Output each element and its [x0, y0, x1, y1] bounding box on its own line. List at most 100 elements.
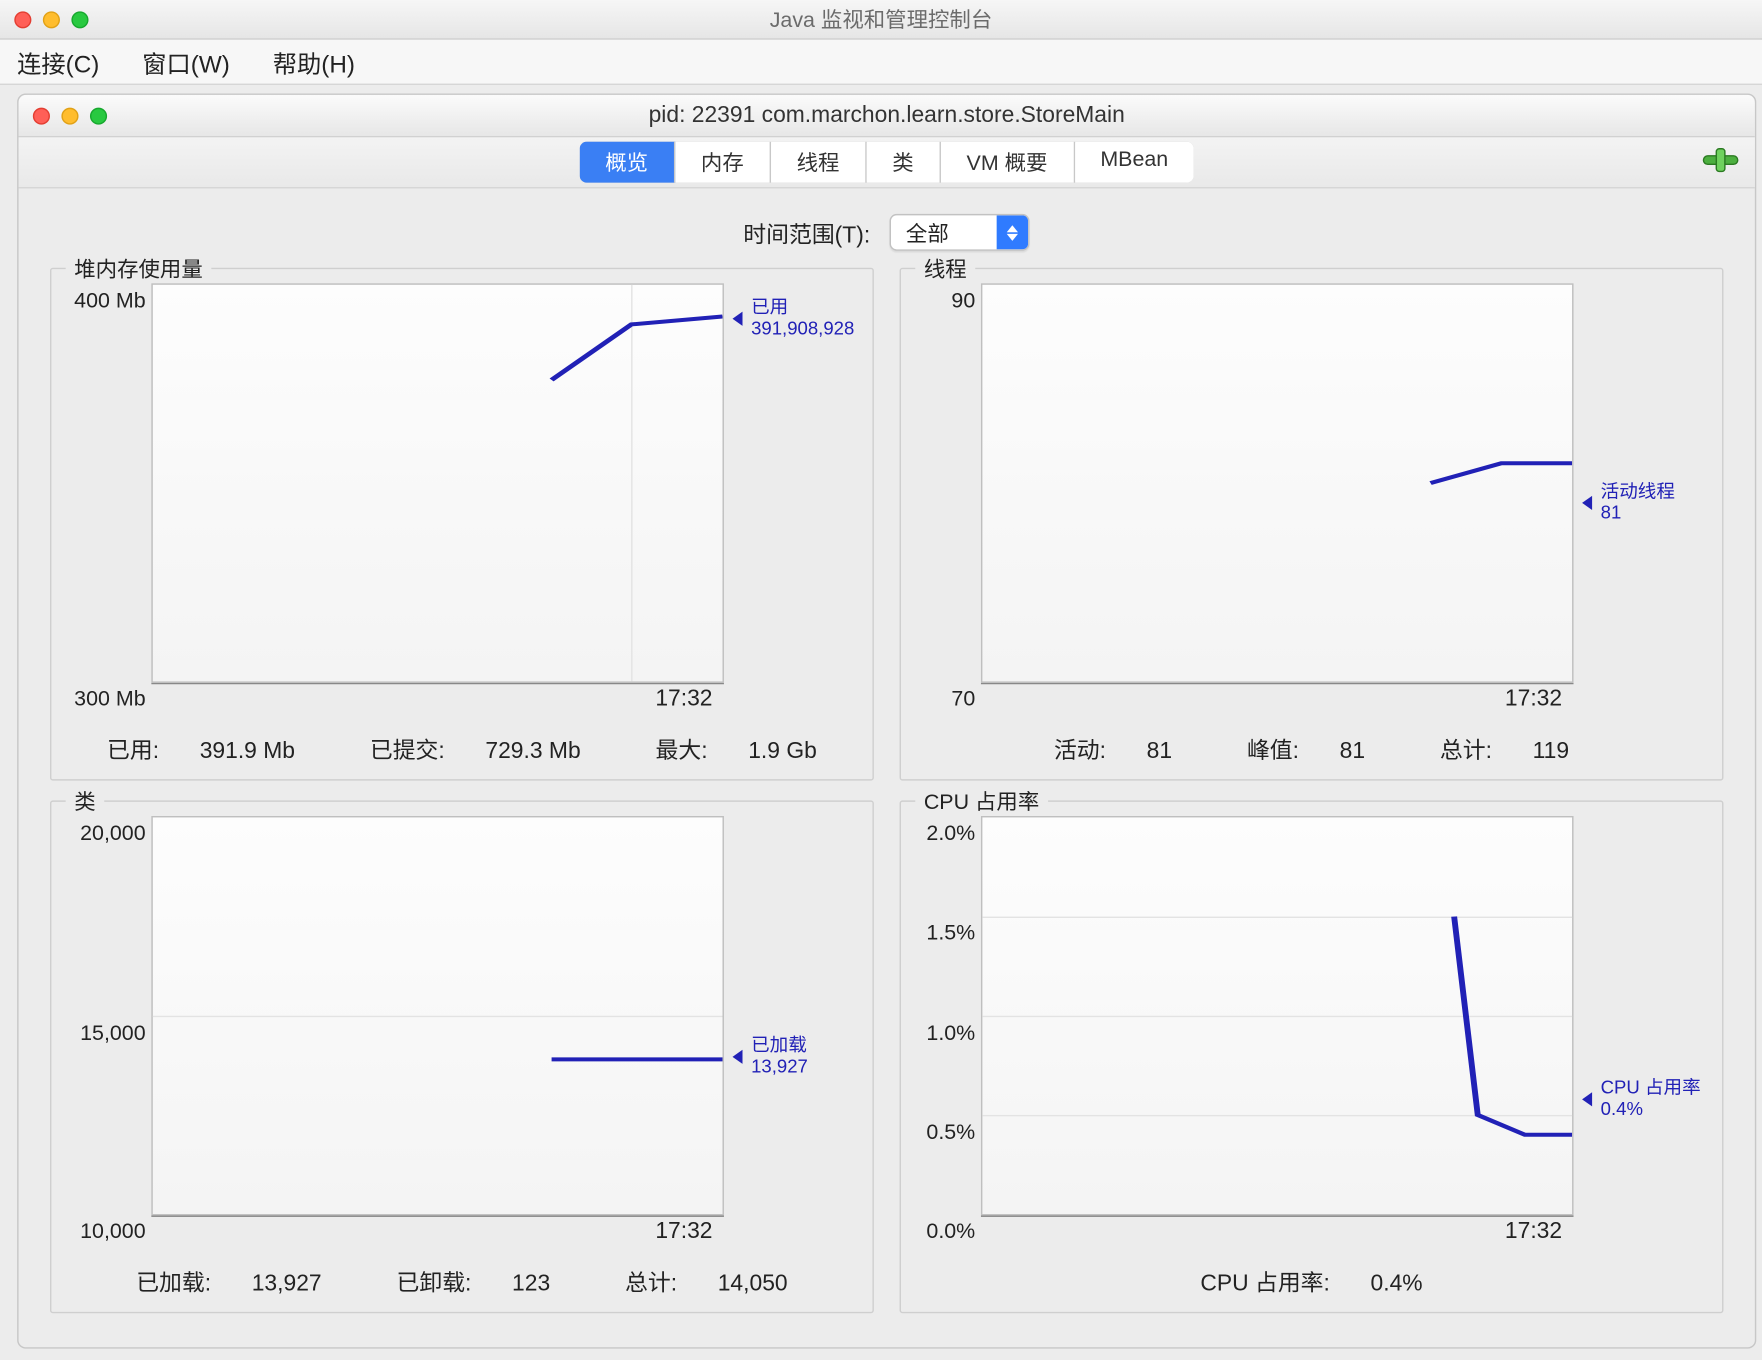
cpu-x-axis: 17:32: [981, 1216, 1574, 1256]
triangle-left-icon: [733, 1050, 743, 1064]
heap-y-bottom: 300 Mb: [74, 687, 145, 711]
threads-legend-value: 81: [1601, 503, 1675, 524]
tab-memory[interactable]: 内存: [675, 142, 771, 183]
tab-mbean[interactable]: MBean: [1075, 142, 1194, 183]
tabs: 概览 内存 线程 类 VM 概要 MBean: [580, 142, 1194, 183]
classes-plot[interactable]: [151, 816, 724, 1216]
threads-title: 线程: [915, 254, 975, 284]
menu-help[interactable]: 帮助(H): [267, 41, 361, 82]
cpu-plot[interactable]: [981, 816, 1574, 1216]
time-range-select[interactable]: 全部: [890, 214, 1030, 251]
cpu-y4: 0.0%: [926, 1220, 975, 1244]
heap-legend-value: 391,908,928: [751, 319, 854, 340]
cpu-legend-title: CPU 占用率: [1601, 1078, 1701, 1099]
heap-panel: 堆内存使用量 400 Mb 300 Mb: [50, 268, 874, 781]
threads-stats: 活动: 81 峰值: 81 总计: 119: [912, 723, 1710, 768]
threads-legend-title: 活动线程: [1601, 482, 1675, 503]
classes-panel: 类 20,000 15,000 10,000: [50, 800, 874, 1313]
threads-peak-value: 81: [1340, 740, 1365, 764]
time-range-row: 时间范围(T): 全部: [19, 188, 1755, 267]
heap-x-axis: 17:32: [151, 683, 724, 723]
classes-legend: 已加载 13,927: [724, 1036, 861, 1078]
outer-window-title: Java 监视和管理控制台: [0, 4, 1762, 34]
cpu-y0: 2.0%: [926, 822, 975, 846]
heap-max-value: 1.9 Gb: [748, 740, 817, 764]
heap-y-axis: 400 Mb 300 Mb: [63, 283, 152, 722]
menubar: 连接(C) 窗口(W) 帮助(H): [0, 40, 1762, 85]
classes-loaded-value: 13,927: [252, 1272, 322, 1296]
inner-window-title: pid: 22391 com.marchon.learn.store.Store…: [19, 103, 1755, 129]
threads-x-axis: 17:32: [981, 683, 1574, 723]
threads-total-value: 119: [1533, 740, 1569, 764]
classes-stats: 已加载: 13,927 已卸载: 123 总计: 14,050: [63, 1255, 861, 1300]
tab-vm-summary[interactable]: VM 概要: [941, 142, 1075, 183]
classes-unloaded-value: 123: [512, 1272, 550, 1296]
classes-x-axis: 17:32: [151, 1216, 724, 1256]
cpu-y3: 0.5%: [926, 1120, 975, 1144]
heap-plot[interactable]: [151, 283, 724, 683]
classes-y-mid: 15,000: [80, 1021, 146, 1045]
outer-window-titlebar: Java 监视和管理控制台: [0, 0, 1762, 40]
cpu-y-axis: 2.0% 1.5% 1.0% 0.5% 0.0%: [912, 816, 981, 1255]
threads-y-bottom: 70: [951, 687, 975, 711]
classes-y-bottom: 10,000: [80, 1220, 146, 1244]
heap-title: 堆内存使用量: [66, 254, 212, 284]
cpu-x-tick: 17:32: [1505, 1220, 1562, 1246]
classes-legend-title: 已加载: [751, 1036, 808, 1057]
heap-stats: 已用: 391.9 Mb 已提交: 729.3 Mb 最大: 1.9 Gb: [63, 723, 861, 768]
time-range-value: 全部: [892, 217, 998, 247]
threads-legend: 活动线程 81: [1574, 482, 1711, 524]
classes-y-axis: 20,000 15,000 10,000: [63, 816, 152, 1255]
chart-grid: 堆内存使用量 400 Mb 300 Mb: [19, 268, 1755, 1336]
heap-max-label: 最大:: [656, 740, 708, 764]
tab-classes[interactable]: 类: [867, 142, 941, 183]
tab-overview[interactable]: 概览: [580, 142, 676, 183]
threads-peak-label: 峰值:: [1247, 740, 1299, 764]
threads-plot[interactable]: [981, 283, 1574, 683]
classes-loaded-label: 已加载:: [136, 1272, 211, 1296]
classes-unloaded-label: 已卸载:: [397, 1272, 472, 1296]
cpu-legend: CPU 占用率 0.4%: [1574, 1078, 1711, 1120]
threads-total-label: 总计:: [1440, 740, 1492, 764]
classes-legend-value: 13,927: [751, 1057, 808, 1078]
classes-total-value: 14,050: [718, 1272, 788, 1296]
heap-used-label: 已用:: [107, 740, 159, 764]
triangle-left-icon: [1582, 1092, 1592, 1106]
classes-x-tick: 17:32: [655, 1220, 712, 1246]
heap-x-tick: 17:32: [655, 687, 712, 713]
menu-window[interactable]: 窗口(W): [137, 41, 236, 82]
cpu-legend-value: 0.4%: [1601, 1099, 1701, 1120]
heap-legend: 已用 391,908,928: [724, 298, 861, 340]
classes-total-label: 总计:: [625, 1272, 677, 1296]
triangle-left-icon: [1582, 496, 1592, 510]
cpu-stats: CPU 占用率: 0.4%: [912, 1255, 1710, 1300]
tabs-row: 概览 内存 线程 类 VM 概要 MBean: [19, 137, 1755, 188]
cpu-title: CPU 占用率: [915, 786, 1048, 816]
threads-y-axis: 90 70: [912, 283, 981, 722]
menu-connect[interactable]: 连接(C): [11, 41, 105, 82]
threads-x-tick: 17:32: [1505, 687, 1562, 713]
tab-threads[interactable]: 线程: [771, 142, 867, 183]
inner-window: pid: 22391 com.marchon.learn.store.Store…: [17, 94, 1756, 1349]
connection-status-icon[interactable]: [1701, 146, 1741, 174]
triangle-left-icon: [733, 312, 743, 326]
threads-y-top: 90: [951, 289, 975, 313]
cpu-stats-label: CPU 占用率:: [1200, 1272, 1329, 1296]
classes-title: 类: [66, 786, 105, 816]
heap-committed-value: 729.3 Mb: [485, 740, 580, 764]
cpu-panel: CPU 占用率 2.0% 1.5% 1.0% 0.5% 0.0%: [900, 800, 1724, 1313]
heap-committed-label: 已提交:: [370, 740, 445, 764]
select-arrows-icon: [997, 215, 1028, 249]
classes-y-top: 20,000: [80, 822, 146, 846]
threads-live-label: 活动:: [1054, 740, 1106, 764]
heap-legend-title: 已用: [751, 298, 854, 319]
heap-y-top: 400 Mb: [74, 289, 145, 313]
heap-used-value: 391.9 Mb: [200, 740, 295, 764]
cpu-y1: 1.5%: [926, 921, 975, 945]
time-range-label: 时间范围(T):: [743, 215, 870, 249]
threads-live-value: 81: [1147, 740, 1172, 764]
cpu-y2: 1.0%: [926, 1021, 975, 1045]
threads-panel: 线程 90 70 17:32: [900, 268, 1724, 781]
cpu-stats-value: 0.4%: [1371, 1272, 1423, 1296]
inner-window-titlebar: pid: 22391 com.marchon.learn.store.Store…: [19, 95, 1755, 137]
